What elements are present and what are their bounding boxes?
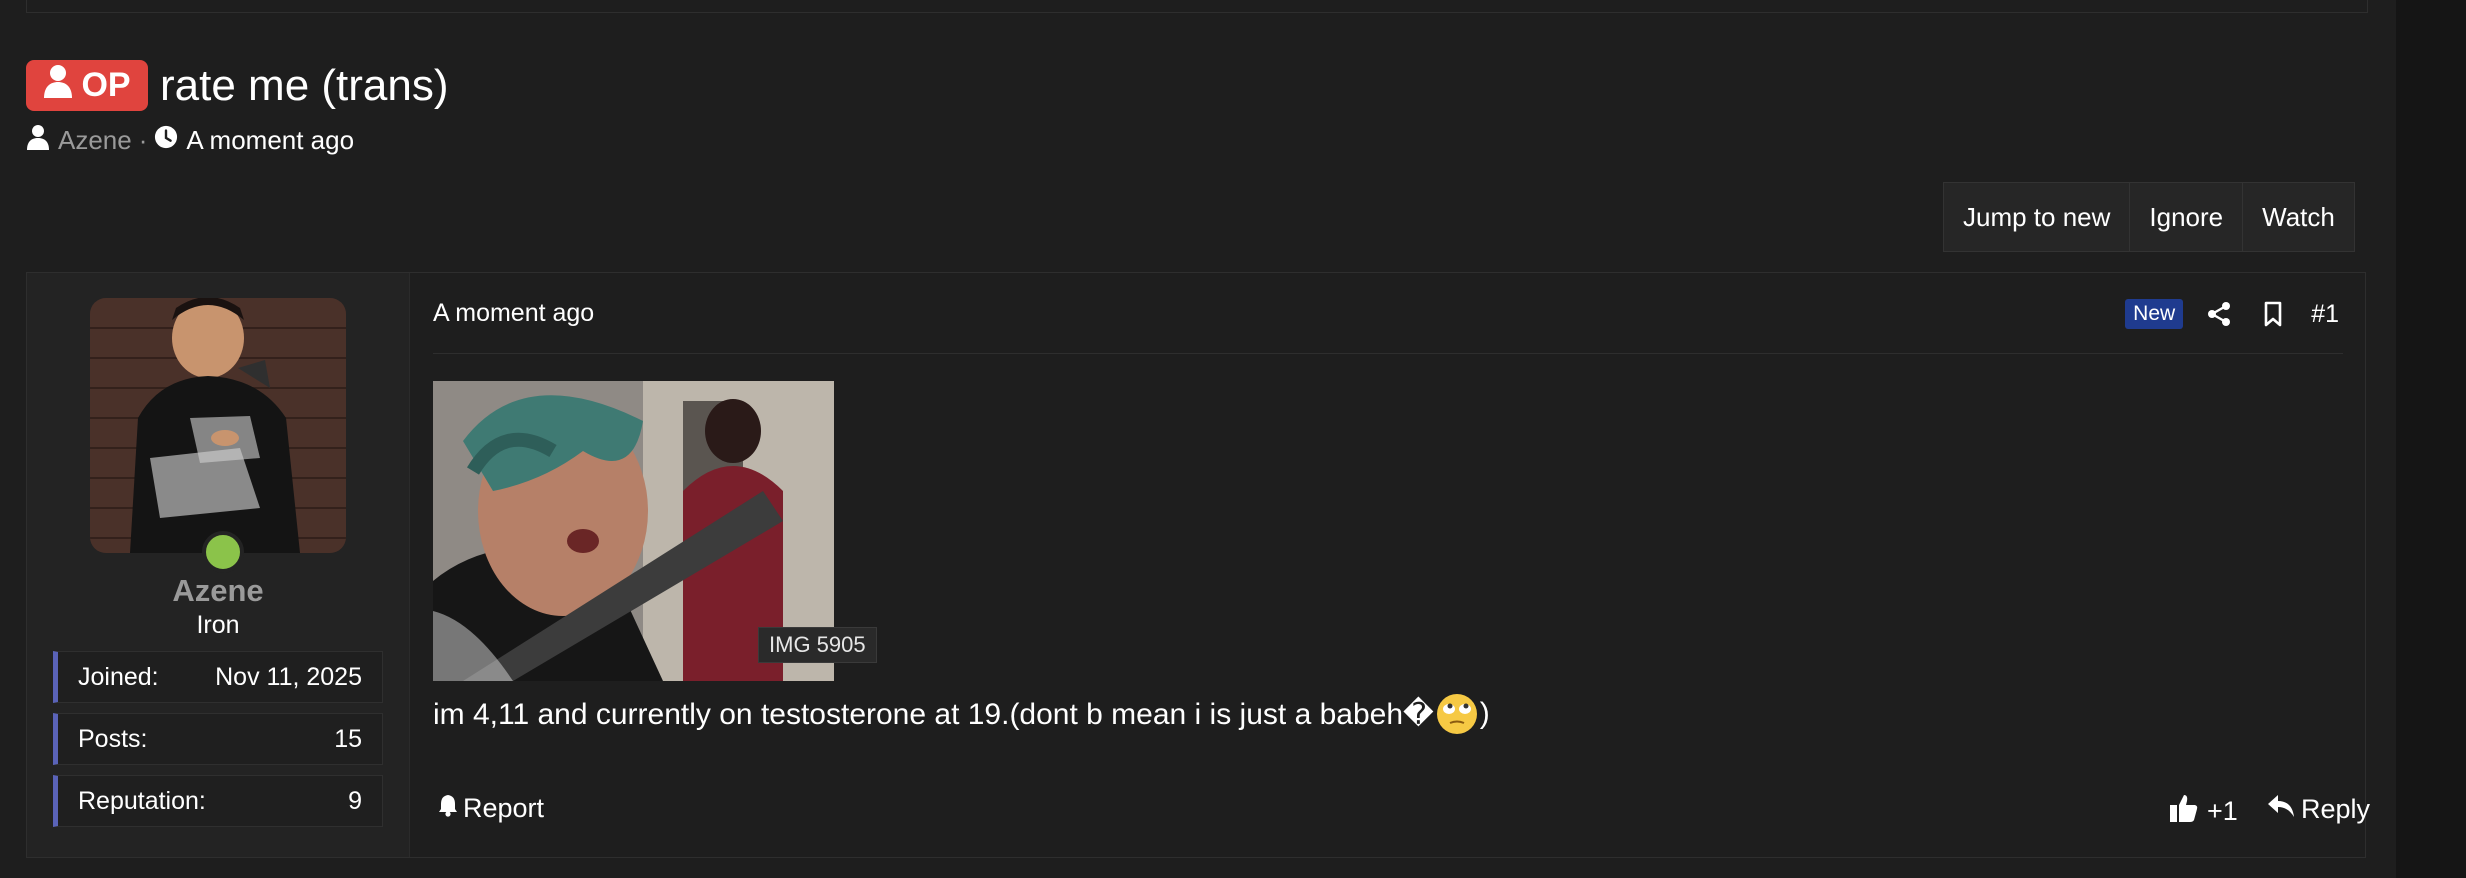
jump-to-new-button[interactable]: Jump to new <box>1944 183 2131 251</box>
post-content: A moment ago New #1 IMG 5905 im 4,11 and… <box>433 273 2370 857</box>
eye-roll-emoji-icon <box>1436 693 1478 735</box>
bookmark-icon[interactable] <box>2257 298 2289 330</box>
reply-icon <box>2267 793 2295 826</box>
post-divider <box>433 353 2343 354</box>
post: Azene Iron Joined: Nov 11, 2025 Posts: 1… <box>26 272 2370 858</box>
thread-author-link[interactable]: Azene <box>58 125 132 156</box>
post-header-actions: New #1 <box>2125 295 2343 333</box>
avatar-image <box>90 298 346 553</box>
ignore-button[interactable]: Ignore <box>2130 183 2244 251</box>
avatar[interactable] <box>90 298 346 553</box>
post-body: im 4,11 and currently on testosterone at… <box>433 693 1490 735</box>
user-rank: Iron <box>196 611 240 639</box>
meta-separator: · <box>138 125 148 155</box>
post-user-panel: Azene Iron Joined: Nov 11, 2025 Posts: 1… <box>27 273 410 857</box>
reply-label: Reply <box>2301 794 2371 824</box>
user-icon <box>43 64 73 107</box>
thread-meta: Azene · A moment ago <box>26 124 354 157</box>
clock-icon <box>154 124 178 157</box>
share-icon[interactable] <box>2203 298 2235 330</box>
stat-label: Reputation: <box>78 786 206 815</box>
online-status-indicator <box>202 531 244 573</box>
post-body-text: im 4,11 and currently on testosterone at… <box>433 697 1434 731</box>
reply-button[interactable]: Reply <box>2267 793 2370 826</box>
stat-value: 9 <box>348 786 362 815</box>
page-gutter <box>2396 0 2466 878</box>
new-badge: New <box>2125 299 2184 329</box>
op-badge: OP <box>26 60 148 111</box>
thumbs-up-icon <box>2169 793 2199 830</box>
previous-section-edge <box>26 0 2368 13</box>
stat-posts: Posts: 15 <box>53 713 383 765</box>
author-icon <box>26 124 50 157</box>
stat-joined: Joined: Nov 11, 2025 <box>53 651 383 703</box>
thread-actions: Jump to new Ignore Watch <box>1943 182 2355 252</box>
report-label: Report <box>463 793 545 823</box>
bell-icon <box>437 793 459 824</box>
like-count: +1 <box>2207 796 2238 826</box>
post-time: A moment ago <box>433 299 595 327</box>
thread-title-row: OP rate me (trans) <box>26 60 449 111</box>
thread-time: A moment ago <box>186 125 355 155</box>
stat-reputation: Reputation: 9 <box>53 775 383 827</box>
post-body-text-end: ) <box>1479 697 1490 730</box>
stat-value: Nov 11, 2025 <box>215 662 362 691</box>
attachment-caption: IMG 5905 <box>758 627 877 663</box>
post-username[interactable]: Azene <box>27 573 409 609</box>
op-badge-label: OP <box>81 66 131 104</box>
forum-page: OP rate me (trans) Azene · A moment ago … <box>0 0 2396 878</box>
stat-value: 15 <box>334 724 362 753</box>
post-number-link[interactable]: #1 <box>2311 300 2339 329</box>
thread-title: rate me (trans) <box>160 60 449 110</box>
stat-label: Joined: <box>78 662 159 691</box>
like-button[interactable]: +1 <box>2169 793 2238 830</box>
stat-label: Posts: <box>78 724 148 753</box>
report-button[interactable]: Report <box>437 793 544 824</box>
watch-button[interactable]: Watch <box>2243 183 2354 251</box>
